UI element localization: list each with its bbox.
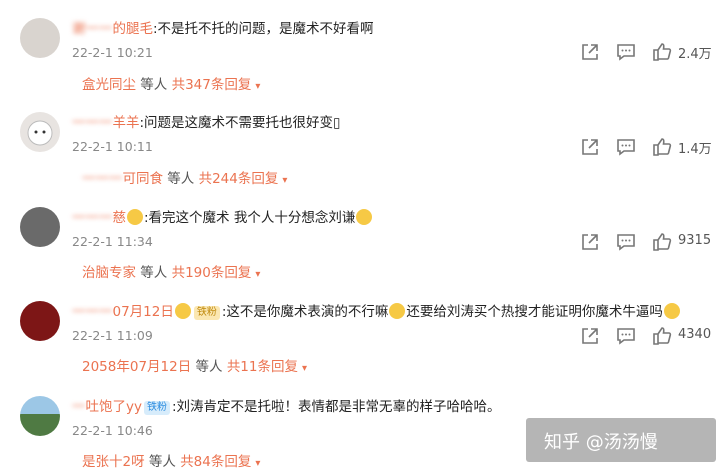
fan-badge: 铁粉: [143, 401, 170, 415]
reply-mid: 等人: [163, 171, 199, 187]
reply-count[interactable]: 共347条回复: [172, 77, 252, 93]
reply-mid: 等人: [136, 265, 172, 281]
like-icon[interactable]: [652, 42, 672, 62]
timestamp: 22-2-1 10:11: [72, 139, 153, 154]
comment-body: :刘涛肯定不是托啦！表情都是非常无辜的样子哈哈哈。: [171, 399, 501, 415]
comment-icon[interactable]: [616, 42, 636, 62]
comment-text: 谢一一的腿毛:不是托不托的问题，是魔术不好看啊: [72, 20, 374, 38]
avatar-sheep-icon: [27, 120, 53, 146]
reply-user-blurred[interactable]: 一一一: [82, 171, 123, 187]
avatar[interactable]: [20, 112, 60, 152]
timestamp: 22-2-1 10:21: [72, 45, 153, 60]
reply-summary[interactable]: 盒光同尘 等人 共347条回复 ▾: [82, 76, 260, 96]
like-count: 4340: [678, 327, 712, 342]
crown-icon: [174, 303, 191, 319]
reply-user[interactable]: 2058年07月12日: [82, 359, 191, 375]
like-count: 1.4万: [678, 142, 712, 157]
like-count: 9315: [678, 233, 712, 248]
chevron-down-icon[interactable]: ▾: [255, 81, 260, 92]
avatar[interactable]: [20, 18, 60, 58]
comment-text: 一一一慈 :看完这个魔术 我个人十分想念刘谦: [72, 209, 373, 227]
reply-mid: 等人: [144, 454, 181, 470]
like-icon[interactable]: [652, 326, 672, 346]
reply-user[interactable]: 可同食: [123, 171, 164, 187]
username[interactable]: 谢一一: [72, 21, 113, 37]
reply-count[interactable]: 共244条回复: [199, 171, 279, 187]
comment-actions: 1.4万: [580, 137, 712, 157]
comment-actions: 2.4万: [580, 42, 712, 62]
chevron-down-icon[interactable]: ▾: [282, 175, 287, 186]
watermark: 知乎 @汤汤慢: [526, 418, 716, 462]
reply-summary[interactable]: 治脑专家 等人 共190条回复 ▾: [82, 264, 260, 284]
crying-emoji-icon: [356, 209, 373, 225]
username-suffix[interactable]: 的腿毛: [113, 21, 154, 37]
share-icon[interactable]: [580, 137, 600, 157]
avatar[interactable]: [20, 207, 60, 247]
timestamp: 22-2-1 11:09: [72, 328, 153, 343]
username-suffix[interactable]: 吐饱了yy: [86, 399, 142, 415]
comment-actions: 4340: [580, 326, 712, 346]
username-suffix[interactable]: 慈: [113, 210, 127, 226]
timestamp: 22-2-1 10:46: [72, 423, 153, 438]
comment-icon[interactable]: [616, 326, 636, 346]
reply-count[interactable]: 共84条回复: [180, 454, 251, 470]
reply-summary[interactable]: 是张十2呀 等人 共84条回复 ▾: [82, 453, 260, 473]
avatar[interactable]: [20, 301, 60, 341]
comment-icon[interactable]: [616, 137, 636, 157]
share-icon[interactable]: [580, 326, 600, 346]
share-icon[interactable]: [580, 42, 600, 62]
comment-body: :这不是你魔术表演的不行嘛: [221, 304, 389, 320]
share-icon[interactable]: [580, 232, 600, 252]
like-count: 2.4万: [678, 47, 712, 62]
reply-mid: 等人: [191, 359, 227, 375]
reply-user[interactable]: 是张十2呀: [82, 454, 145, 470]
fan-badge: 铁粉: [193, 306, 220, 320]
username[interactable]: 一: [72, 399, 86, 415]
comment-icon[interactable]: [616, 232, 636, 252]
reply-user[interactable]: 治脑专家: [82, 265, 136, 281]
reply-summary[interactable]: 2058年07月12日 等人 共11条回复 ▾: [82, 358, 307, 378]
reply-user[interactable]: 盒光同尘: [82, 77, 136, 93]
like-icon[interactable]: [652, 137, 672, 157]
laugh-cry-emoji-icon: [389, 303, 406, 319]
comment-body: :看完这个魔术 我个人十分想念刘谦: [144, 210, 356, 226]
comment-body-2: 还要给刘涛买个热搜才能证明你魔术牛逼吗: [406, 304, 663, 320]
comment-body: :问题是这魔术不需要托也很好变▯: [139, 115, 341, 131]
username[interactable]: 一一一: [72, 115, 113, 131]
username[interactable]: 一一一: [72, 304, 113, 320]
timestamp: 22-2-1 11:34: [72, 234, 153, 249]
comment-text: 一一一07月12日 铁粉:这不是你魔术表演的不行嘛 还要给刘涛买个热搜才能证明你魔术…: [72, 303, 681, 321]
emoji-icon: [127, 209, 143, 225]
username-suffix[interactable]: 07月12日: [113, 304, 174, 320]
reply-count[interactable]: 共190条回复: [172, 265, 252, 281]
username[interactable]: 一一一: [72, 210, 113, 226]
chevron-down-icon[interactable]: ▾: [255, 458, 260, 469]
comment-body: :不是托不托的问题，是魔术不好看啊: [153, 21, 374, 37]
chevron-down-icon[interactable]: ▾: [255, 269, 260, 280]
avatar[interactable]: [20, 396, 60, 436]
like-icon[interactable]: [652, 232, 672, 252]
comment-text: 一一一羊羊:问题是这魔术不需要托也很好变▯: [72, 114, 340, 132]
reply-count[interactable]: 共11条回复: [227, 359, 298, 375]
username-suffix[interactable]: 羊羊: [113, 115, 140, 131]
reply-mid: 等人: [136, 77, 172, 93]
watermark-text: 知乎 @汤汤慢: [544, 432, 658, 453]
reply-summary[interactable]: 一一一可同食 等人 共244条回复 ▾: [82, 170, 287, 190]
comment-actions: 9315: [580, 232, 712, 252]
chevron-down-icon[interactable]: ▾: [302, 363, 307, 374]
laugh-cry-emoji-icon: [663, 303, 680, 319]
comment-text: 一吐饱了yy 铁粉:刘涛肯定不是托啦！表情都是非常无辜的样子哈哈哈。: [72, 398, 501, 416]
